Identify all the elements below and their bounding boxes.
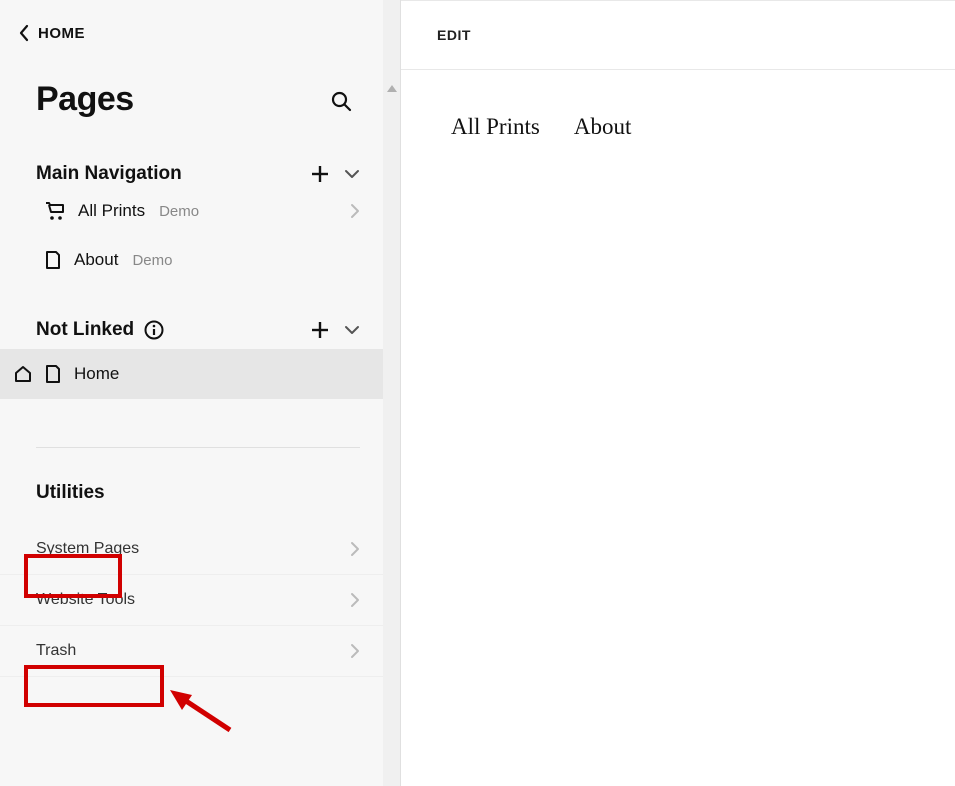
cart-icon [44, 201, 66, 221]
utility-label: Website Tools [36, 591, 135, 609]
home-icon [14, 365, 32, 383]
scroll-up-icon[interactable] [387, 85, 397, 92]
chevron-left-icon [18, 24, 30, 42]
search-icon[interactable] [330, 60, 352, 112]
main-preview: EDIT All Prints About [401, 0, 955, 786]
nav-item-home[interactable]: Home [0, 349, 384, 399]
chevron-right-icon [350, 592, 360, 608]
preview-nav: All Prints About [401, 70, 955, 140]
chevron-down-icon[interactable] [344, 168, 360, 180]
nav-item-about[interactable]: About Demo [0, 235, 384, 285]
page-icon [44, 363, 62, 385]
section-label: Main Navigation [36, 163, 182, 185]
preview-nav-about[interactable]: About [574, 114, 632, 140]
page-icon [44, 249, 62, 271]
chevron-right-icon [350, 203, 360, 219]
utility-trash[interactable]: Trash [0, 625, 384, 677]
chevron-down-icon[interactable] [344, 324, 360, 336]
edit-button[interactable]: EDIT [437, 27, 471, 43]
topbar: EDIT [401, 0, 955, 70]
section-label: Utilities [36, 482, 105, 504]
scrollbar[interactable] [383, 0, 400, 786]
preview-nav-all-prints[interactable]: All Prints [451, 114, 540, 140]
utility-label: System Pages [36, 540, 139, 558]
nav-item-label: Home [74, 364, 119, 384]
demo-badge: Demo [132, 252, 172, 269]
section-not-linked: Not Linked [0, 285, 384, 343]
nav-item-all-prints[interactable]: All Prints Demo [0, 187, 384, 235]
chevron-right-icon [350, 643, 360, 659]
section-label: Not Linked [36, 319, 134, 341]
utility-label: Trash [36, 642, 76, 660]
info-icon[interactable] [144, 320, 164, 340]
nav-item-label: All Prints [78, 201, 145, 221]
back-home-link[interactable]: HOME [0, 0, 384, 42]
page-title: Pages [0, 42, 134, 129]
section-utilities: Utilities [0, 448, 384, 524]
chevron-right-icon [350, 541, 360, 557]
utility-website-tools[interactable]: Website Tools [0, 574, 384, 625]
nav-item-label: About [74, 250, 118, 270]
section-main-navigation: Main Navigation [0, 129, 384, 187]
demo-badge: Demo [159, 203, 199, 220]
plus-icon[interactable] [310, 164, 330, 184]
back-label: HOME [38, 25, 85, 42]
sidebar: HOME Pages Main Navigation [0, 0, 401, 786]
utility-system-pages[interactable]: System Pages [0, 524, 384, 574]
plus-icon[interactable] [310, 320, 330, 340]
